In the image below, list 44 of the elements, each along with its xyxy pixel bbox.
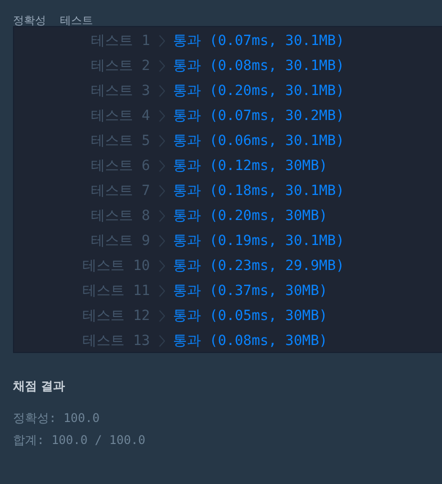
- test-label: 테스트 11: [82, 282, 150, 300]
- test-result: 통과 (0.20ms, 30MB): [173, 206, 328, 224]
- test-label: 테스트 7: [90, 182, 150, 200]
- test-result: 통과 (0.08ms, 30.1MB): [173, 56, 346, 74]
- test-label: 테스트 3: [90, 82, 150, 100]
- test-result: 통과 (0.19ms, 30.1MB): [173, 232, 346, 250]
- chevron-icon: [159, 260, 165, 272]
- test-result: 통과 (0.12ms, 30MB): [173, 156, 328, 174]
- chevron-icon: [159, 284, 165, 296]
- test-label: 테스트 4: [90, 106, 150, 124]
- test-label: 테스트 6: [90, 156, 150, 174]
- chevron-icon: [159, 310, 165, 322]
- test-result: 통과 (0.06ms, 30.1MB): [173, 132, 346, 150]
- chevron-icon: [159, 84, 165, 96]
- test-label: 테스트 9: [90, 232, 150, 250]
- summary-line: 정확성: 100.0: [13, 410, 101, 427]
- test-result: 통과 (0.05ms, 30MB): [173, 306, 328, 324]
- chevron-icon: [159, 60, 165, 72]
- chevron-icon: [159, 34, 165, 46]
- header-label: 정확성: [13, 13, 46, 26]
- test-label: 테스트 5: [90, 132, 150, 150]
- test-result: 통과 (0.20ms, 30.1MB): [173, 82, 346, 100]
- test-result: 통과 (0.18ms, 30.1MB): [173, 182, 346, 200]
- test-label: 테스트 12: [82, 306, 150, 324]
- test-result: 통과 (0.08ms, 30MB): [173, 332, 328, 350]
- header-label: 테스트: [60, 13, 93, 26]
- test-label: 테스트 8: [90, 206, 150, 224]
- chevron-icon: [159, 110, 165, 122]
- chevron-icon: [159, 334, 165, 346]
- summary-title: 채점 결과: [13, 378, 66, 395]
- test-result: 통과 (0.07ms, 30.1MB): [173, 32, 346, 50]
- test-result: 통과 (0.37ms, 30MB): [173, 282, 328, 300]
- chevron-icon: [159, 184, 165, 196]
- test-label: 테스트 13: [82, 332, 150, 350]
- test-result: 통과 (0.23ms, 29.9MB): [173, 256, 346, 274]
- chevron-icon: [159, 234, 165, 246]
- chevron-icon: [159, 134, 165, 146]
- chevron-icon: [159, 210, 165, 222]
- summary-line: 합계: 100.0 / 100.0: [13, 432, 146, 449]
- test-label: 테스트 10: [82, 256, 150, 274]
- chevron-icon: [159, 160, 165, 172]
- test-result: 통과 (0.07ms, 30.2MB): [173, 106, 346, 124]
- test-label: 테스트 1: [90, 32, 150, 50]
- test-label: 테스트 2: [90, 56, 150, 74]
